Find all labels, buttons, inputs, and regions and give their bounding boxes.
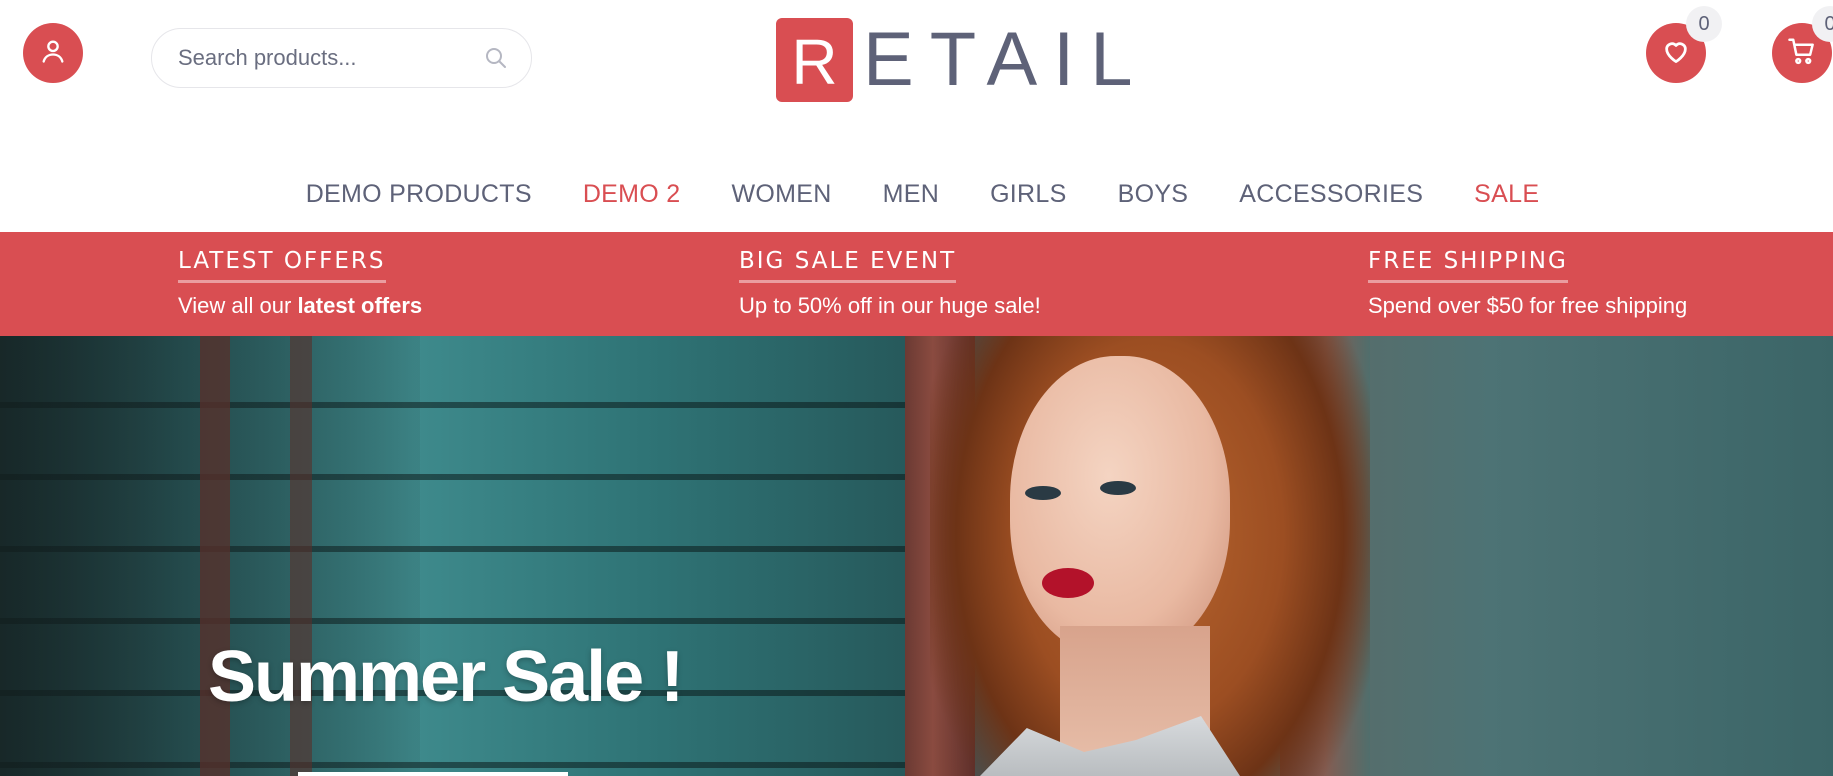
promo-title: LATEST OFFERS bbox=[178, 248, 386, 283]
nav-item-accessories[interactable]: ACCESSORIES bbox=[1239, 180, 1423, 209]
nav-item-demo-2[interactable]: DEMO 2 bbox=[583, 180, 681, 209]
hero-headline: Summer Sale ! bbox=[208, 637, 684, 717]
promo-bar: LATEST OFFERS View all our latest offers… bbox=[0, 232, 1833, 336]
nav-item-boys[interactable]: BOYS bbox=[1118, 180, 1189, 209]
search-input[interactable] bbox=[178, 45, 483, 71]
promo-text-prefix: View all our bbox=[178, 293, 298, 318]
main-navigation: DEMO PRODUCTS DEMO 2 WOMEN MEN GIRLS BOY… bbox=[0, 170, 1833, 218]
nav-item-demo-products[interactable]: DEMO PRODUCTS bbox=[306, 180, 532, 209]
logo-mark: R bbox=[776, 18, 853, 102]
hero-cta-button-edge[interactable] bbox=[298, 772, 568, 776]
hero-model-lips bbox=[1042, 568, 1094, 598]
promo-free-shipping[interactable]: FREE SHIPPING Spend over $50 for free sh… bbox=[1368, 248, 1687, 319]
promo-text: Spend over $50 for free shipping bbox=[1368, 293, 1688, 318]
promo-title: FREE SHIPPING bbox=[1368, 248, 1568, 283]
heart-icon bbox=[1661, 36, 1691, 71]
hero-model-face bbox=[1010, 356, 1230, 656]
nav-item-women[interactable]: WOMEN bbox=[731, 180, 831, 209]
wishlist-count-badge: 0 bbox=[1686, 6, 1722, 42]
promo-text: View all our latest offers bbox=[178, 293, 422, 319]
site-header: R ETAIL 0 0 DEMO PRODUCTS DEMO 2 WOMEN M… bbox=[0, 0, 1833, 232]
promo-big-sale-event[interactable]: BIG SALE EVENT Up to 50% off in our huge… bbox=[739, 248, 1041, 319]
promo-text-link[interactable]: latest offers bbox=[297, 293, 422, 318]
hero-model-eye bbox=[1100, 481, 1136, 495]
cart-icon bbox=[1787, 36, 1817, 71]
search-bar bbox=[151, 28, 532, 88]
promo-text: Up to 50% off in our huge sale! bbox=[739, 293, 1041, 318]
search-icon[interactable] bbox=[483, 45, 509, 71]
user-icon bbox=[39, 37, 67, 70]
account-button[interactable] bbox=[23, 23, 83, 83]
promo-title: BIG SALE EVENT bbox=[739, 248, 957, 283]
hero-model-eye bbox=[1025, 486, 1061, 500]
logo-wordmark: ETAIL bbox=[863, 17, 1149, 102]
nav-item-girls[interactable]: GIRLS bbox=[990, 180, 1067, 209]
promo-latest-offers[interactable]: LATEST OFFERS View all our latest offers bbox=[178, 248, 422, 319]
site-logo[interactable]: R ETAIL bbox=[776, 18, 1149, 102]
nav-item-sale[interactable]: SALE bbox=[1474, 180, 1539, 209]
hero-banner[interactable]: Summer Sale ! bbox=[0, 336, 1833, 776]
nav-item-men[interactable]: MEN bbox=[883, 180, 939, 209]
